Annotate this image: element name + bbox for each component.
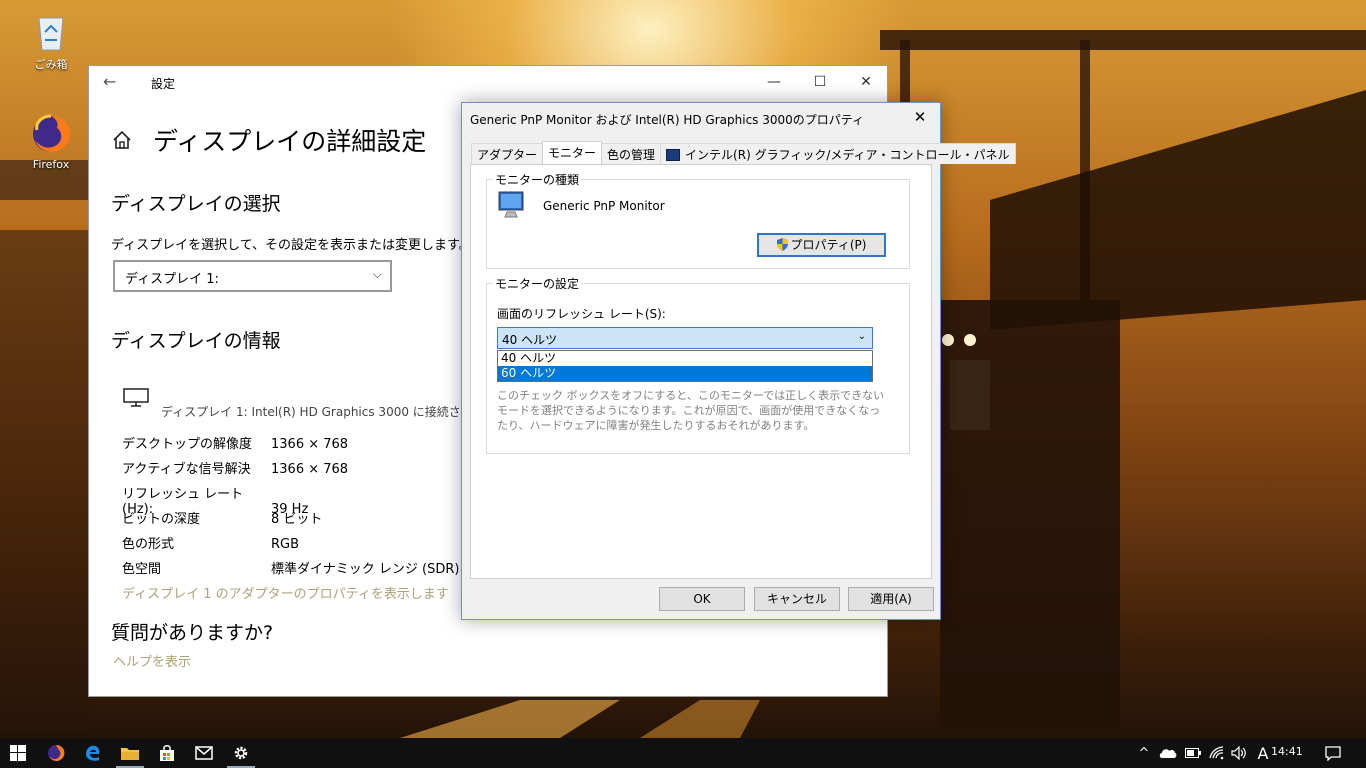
tab-color-management[interactable]: 色の管理: [601, 143, 662, 164]
info-key: アクティブな信号解決: [122, 462, 251, 477]
refresh-rate-combobox[interactable]: 40 ヘルツ ⌄: [497, 327, 873, 349]
chevron-down-icon: ⌄: [857, 331, 866, 342]
settings-titlebar: ← 設定 — ☐ ✕: [89, 66, 887, 98]
windows-logo-icon: [10, 745, 26, 761]
info-key: 色の形式: [122, 537, 175, 552]
taskbar-file-explorer[interactable]: [112, 738, 148, 768]
desktop-icon-label: ごみ箱: [34, 58, 68, 71]
refresh-rate-label: 画面のリフレッシュ レート(S):: [497, 307, 666, 321]
tab-monitor[interactable]: モニター: [542, 141, 603, 164]
monitor-properties-label: プロパティ(P): [790, 238, 867, 252]
select-description: ディスプレイを選択して、その設定を表示または変更します。: [111, 238, 472, 253]
properties-dialog: Generic PnP Monitor および Intel(R) HD Grap…: [461, 102, 1016, 620]
close-button[interactable]: ✕: [843, 70, 887, 94]
taskbar-store[interactable]: [149, 738, 185, 768]
info-value: 8 ビット: [271, 512, 323, 527]
refresh-rate-dropdown: 40 ヘルツ 60 ヘルツ: [497, 350, 873, 382]
refresh-rate-warning: このチェック ボックスをオフにすると、このモニターでは正しく表示できないモードを…: [497, 389, 885, 432]
wifi-icon[interactable]: [1206, 738, 1228, 768]
desktop-icon-firefox[interactable]: Firefox: [16, 112, 86, 171]
window-title: 設定: [151, 77, 176, 91]
info-row: アクティブな信号解決 1366 × 768: [122, 458, 348, 477]
tab-intel-control-panel[interactable]: インテル(R) グラフィック/メディア・コントロール・パネル: [660, 143, 1016, 164]
cancel-button[interactable]: キャンセル: [754, 587, 840, 611]
adapter-properties-link[interactable]: ディスプレイ 1 のアダプターのプロパティを表示します: [122, 583, 449, 602]
taskbar: ^ A 14:41: [0, 738, 1366, 768]
info-key: ビットの深度: [122, 512, 201, 527]
info-value: 1366 × 768: [271, 462, 349, 477]
store-bag-icon: [160, 745, 174, 761]
refresh-rate-option[interactable]: 60 ヘルツ: [498, 366, 872, 381]
edge-icon: [86, 745, 100, 761]
desktop-icon-label: Firefox: [32, 158, 70, 171]
monitor-type-legend: モニターの種類: [493, 171, 582, 188]
refresh-rate-option[interactable]: 40 ヘルツ: [498, 351, 872, 366]
info-row: 色空間 標準ダイナミック レンジ (SDR): [122, 558, 459, 577]
help-link[interactable]: ヘルプを表示: [113, 651, 191, 670]
desktop-icon-recycle-bin[interactable]: ごみ箱: [16, 10, 86, 72]
info-row: ビットの深度 8 ビット: [122, 508, 322, 527]
uac-shield-icon: [776, 238, 788, 251]
chevron-down-icon: ⌵: [372, 267, 382, 281]
minimize-button[interactable]: —: [751, 70, 797, 94]
info-value: RGB: [271, 537, 300, 552]
tab-intel-label: インテル(R) グラフィック/メディア・コントロール・パネル: [685, 148, 1010, 162]
refresh-rate-value: 40 ヘルツ: [502, 333, 558, 347]
monitor-tab-panel: モニターの種類 Generic PnP Monitor プロパティ(P) モニタ…: [470, 164, 932, 579]
taskbar-firefox[interactable]: [38, 738, 74, 768]
info-value: 1366 × 768: [271, 437, 349, 452]
firefox-icon: [33, 114, 70, 152]
tab-adapter[interactable]: アダプター: [471, 143, 544, 164]
info-key: デスクトップの解像度: [122, 437, 253, 452]
clock[interactable]: 14:41: [1271, 745, 1303, 758]
taskbar-mail[interactable]: [186, 738, 222, 768]
maximize-button[interactable]: ☐: [797, 70, 843, 94]
firefox-icon: [48, 744, 65, 761]
info-section-title: ディスプレイの情報: [111, 330, 281, 352]
battery-icon[interactable]: [1182, 738, 1204, 768]
home-icon[interactable]: [111, 129, 133, 151]
ok-button[interactable]: OK: [659, 587, 745, 611]
monitor-icon: [123, 388, 149, 407]
monitor-settings-legend: モニターの設定: [493, 275, 582, 292]
display-connection-text: ディスプレイ 1: Intel(R) HD Graphics 3000 に接続さ…: [161, 405, 497, 419]
monitor-icon: [498, 191, 524, 218]
monitor-settings-group: モニターの設定 画面のリフレッシュ レート(S): 40 ヘルツ ⌄ 40 ヘル…: [486, 275, 910, 454]
tray-overflow-chevron[interactable]: ^: [1134, 738, 1154, 768]
monitor-type-group: モニターの種類 Generic PnP Monitor プロパティ(P): [486, 171, 910, 269]
onedrive-icon[interactable]: [1156, 738, 1180, 768]
start-button[interactable]: [0, 738, 36, 768]
page-title: ディスプレイの詳細設定: [153, 127, 427, 156]
volume-icon[interactable]: [1228, 738, 1250, 768]
monitor-name: Generic PnP Monitor: [543, 199, 665, 213]
display-select[interactable]: ディスプレイ 1: ⌵: [113, 260, 392, 292]
select-section-title: ディスプレイの選択: [111, 193, 281, 215]
action-center-icon[interactable]: [1320, 738, 1346, 768]
taskbar-edge[interactable]: [75, 738, 111, 768]
info-row: デスクトップの解像度 1366 × 768: [122, 433, 348, 452]
page-header: ディスプレイの詳細設定: [111, 122, 426, 158]
gear-icon: [234, 746, 248, 760]
info-key: 色空間: [122, 562, 162, 577]
info-row: 色の形式 RGB: [122, 533, 299, 552]
dialog-close-button[interactable]: ✕: [906, 105, 934, 129]
monitor-properties-button[interactable]: プロパティ(P): [757, 233, 886, 257]
folder-icon: [121, 748, 139, 760]
display-select-value: ディスプレイ 1:: [125, 272, 219, 287]
info-value: 標準ダイナミック レンジ (SDR): [271, 562, 460, 577]
taskbar-settings[interactable]: [223, 738, 259, 768]
back-arrow-icon[interactable]: ←: [103, 72, 116, 91]
mail-icon: [195, 746, 213, 760]
tab-strip: アダプター モニター 色の管理 インテル(R) グラフィック/メディア・コントロ…: [471, 141, 1016, 164]
apply-button[interactable]: 適用(A): [848, 587, 934, 611]
question-title: 質問がありますか?: [111, 622, 274, 644]
intel-graphics-icon: [666, 149, 681, 161]
recycle-bin-icon: [38, 17, 64, 51]
dialog-title: Generic PnP Monitor および Intel(R) HD Grap…: [470, 113, 865, 127]
